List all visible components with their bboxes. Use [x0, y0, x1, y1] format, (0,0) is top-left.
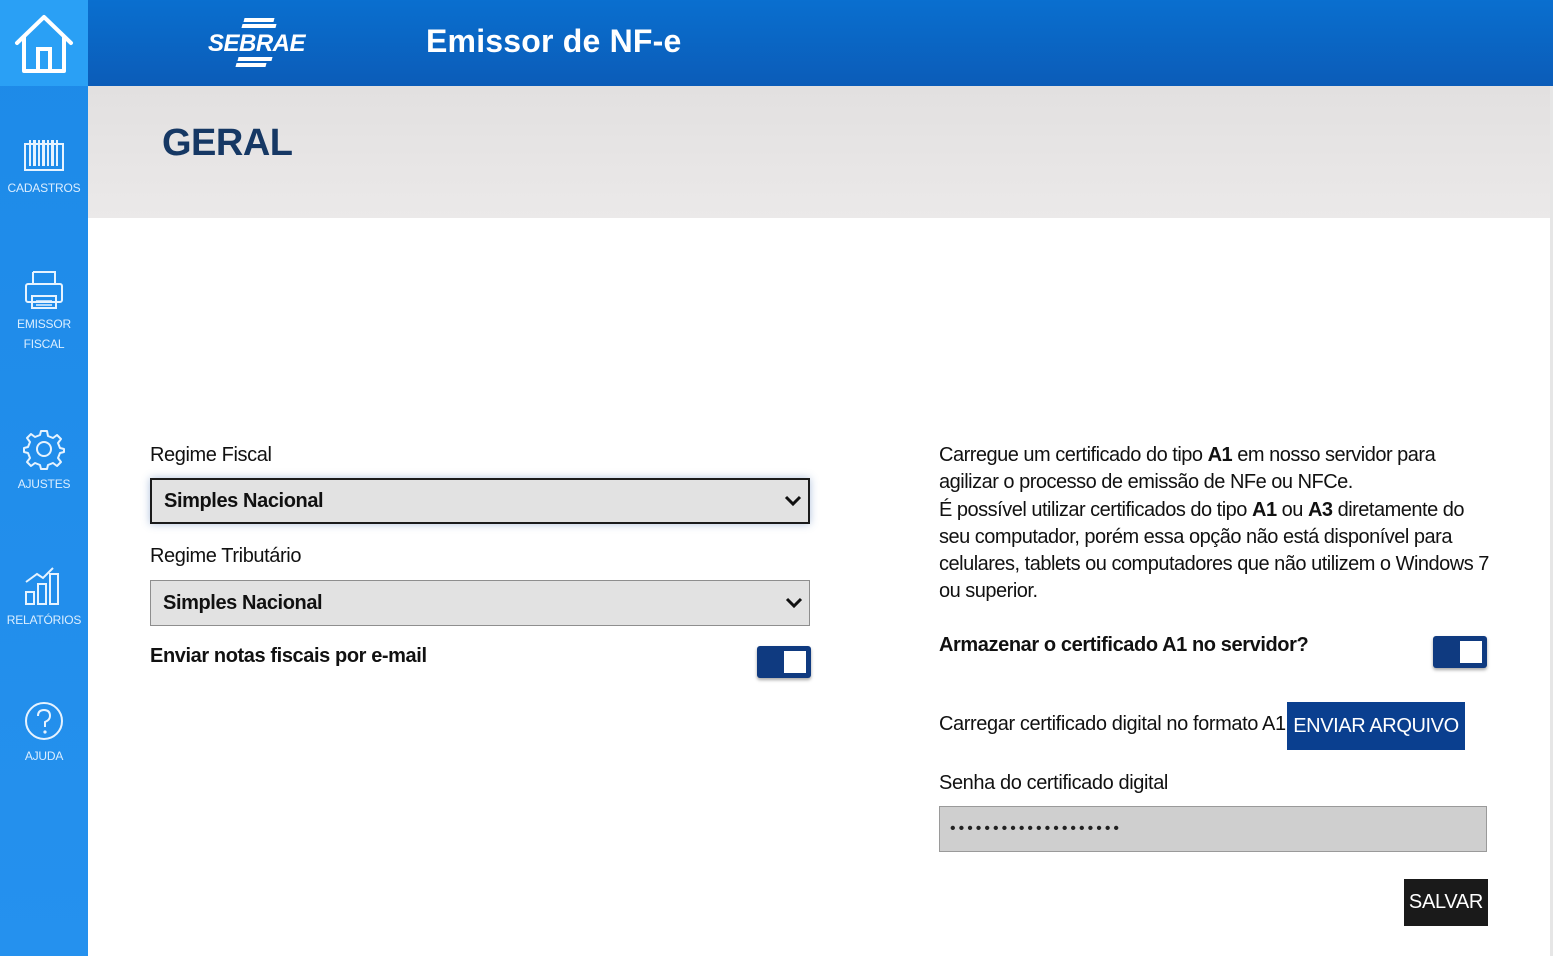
email-toggle-label: Enviar notas fiscais por e-mail [150, 645, 427, 667]
email-toggle[interactable] [757, 646, 811, 678]
logo-stripe [243, 18, 275, 22]
sidebar-item-ajustes[interactable]: AJUSTES [0, 428, 88, 494]
logo-stripe [241, 24, 277, 28]
certificate-info-paragraph-1: Carregue um certificado do tipo A1 em no… [939, 442, 1499, 497]
certificate-password-label: Senha do certificado digital [939, 772, 1168, 794]
regime-fiscal-select[interactable]: Simples Nacional [150, 478, 810, 524]
gear-icon [23, 430, 65, 470]
certificate-password-input[interactable]: •••••••••••••••••••• [939, 806, 1487, 852]
toggle-knob [784, 651, 806, 673]
sebrae-logo: SEBRAE [208, 16, 308, 68]
sidebar: CADASTROS EMISSOR FISCAL AJUSTES RELATÓR… [0, 0, 88, 956]
logo-stripe [235, 63, 267, 67]
info-text: ou [1276, 498, 1308, 521]
toggle-knob [1460, 641, 1482, 663]
sidebar-item-label: RELATÓRIOS [6, 613, 82, 627]
store-certificate-toggle[interactable] [1433, 636, 1487, 668]
barcode-icon [24, 140, 64, 171]
info-text: É possível utilizar certificados do tipo [939, 498, 1252, 521]
chevron-down-icon [785, 597, 803, 609]
info-emphasis: A3 [1307, 498, 1333, 521]
info-emphasis: A1 [1207, 444, 1233, 466]
certificate-info: Carregue um certificado do tipo A1 em no… [939, 442, 1499, 606]
sidebar-item-emissor-fiscal[interactable]: EMISSOR FISCAL [0, 270, 88, 354]
logo-stripe [237, 57, 273, 61]
upload-file-button[interactable]: ENVIAR ARQUIVO [1287, 702, 1465, 750]
home-button[interactable] [0, 0, 88, 86]
sidebar-item-label: AJUDA [24, 749, 64, 763]
info-emphasis: A1 [1252, 498, 1277, 521]
save-button[interactable]: SALVAR [1404, 879, 1488, 926]
sidebar-item-label: EMISSOR [17, 317, 71, 331]
app-header: SEBRAE Emissor de NF-e [88, 0, 1553, 86]
password-value: •••••••••••••••••••• [948, 820, 1121, 838]
sidebar-item-label-line2: FISCAL [23, 337, 65, 351]
regime-fiscal-label: Regime Fiscal [150, 444, 272, 466]
regime-tributario-label: Regime Tributário [150, 545, 302, 567]
regime-fiscal-value: Simples Nacional [164, 489, 324, 512]
sidebar-item-cadastros[interactable]: CADASTROS [0, 138, 88, 198]
bar-chart-icon [25, 567, 59, 605]
upload-certificate-label: Carregar certificado digital no formato … [939, 713, 1286, 735]
logo-text: SEBRAE [208, 30, 306, 57]
info-text: Carregue um certificado do tipo [939, 444, 1208, 466]
help-icon [25, 702, 63, 740]
regime-tributario-select[interactable]: Simples Nacional [150, 580, 810, 626]
page-title: GERAL [162, 122, 293, 164]
regime-tributario-value: Simples Nacional [163, 591, 323, 614]
sidebar-item-label: CADASTROS [7, 181, 81, 195]
chevron-down-icon [784, 495, 802, 507]
printer-icon [25, 271, 63, 309]
sidebar-item-relatorios[interactable]: RELATÓRIOS [0, 566, 88, 630]
page-title-band: GERAL [88, 86, 1553, 218]
home-icon [15, 15, 73, 73]
sidebar-item-ajuda[interactable]: AJUDA [0, 700, 88, 766]
app-title: Emissor de NF-e [426, 23, 682, 59]
certificate-info-paragraph-2: É possível utilizar certificados do tipo… [939, 497, 1499, 606]
sidebar-item-label: AJUSTES [17, 477, 71, 491]
store-certificate-label: Armazenar o certificado A1 no servidor? [939, 634, 1309, 656]
